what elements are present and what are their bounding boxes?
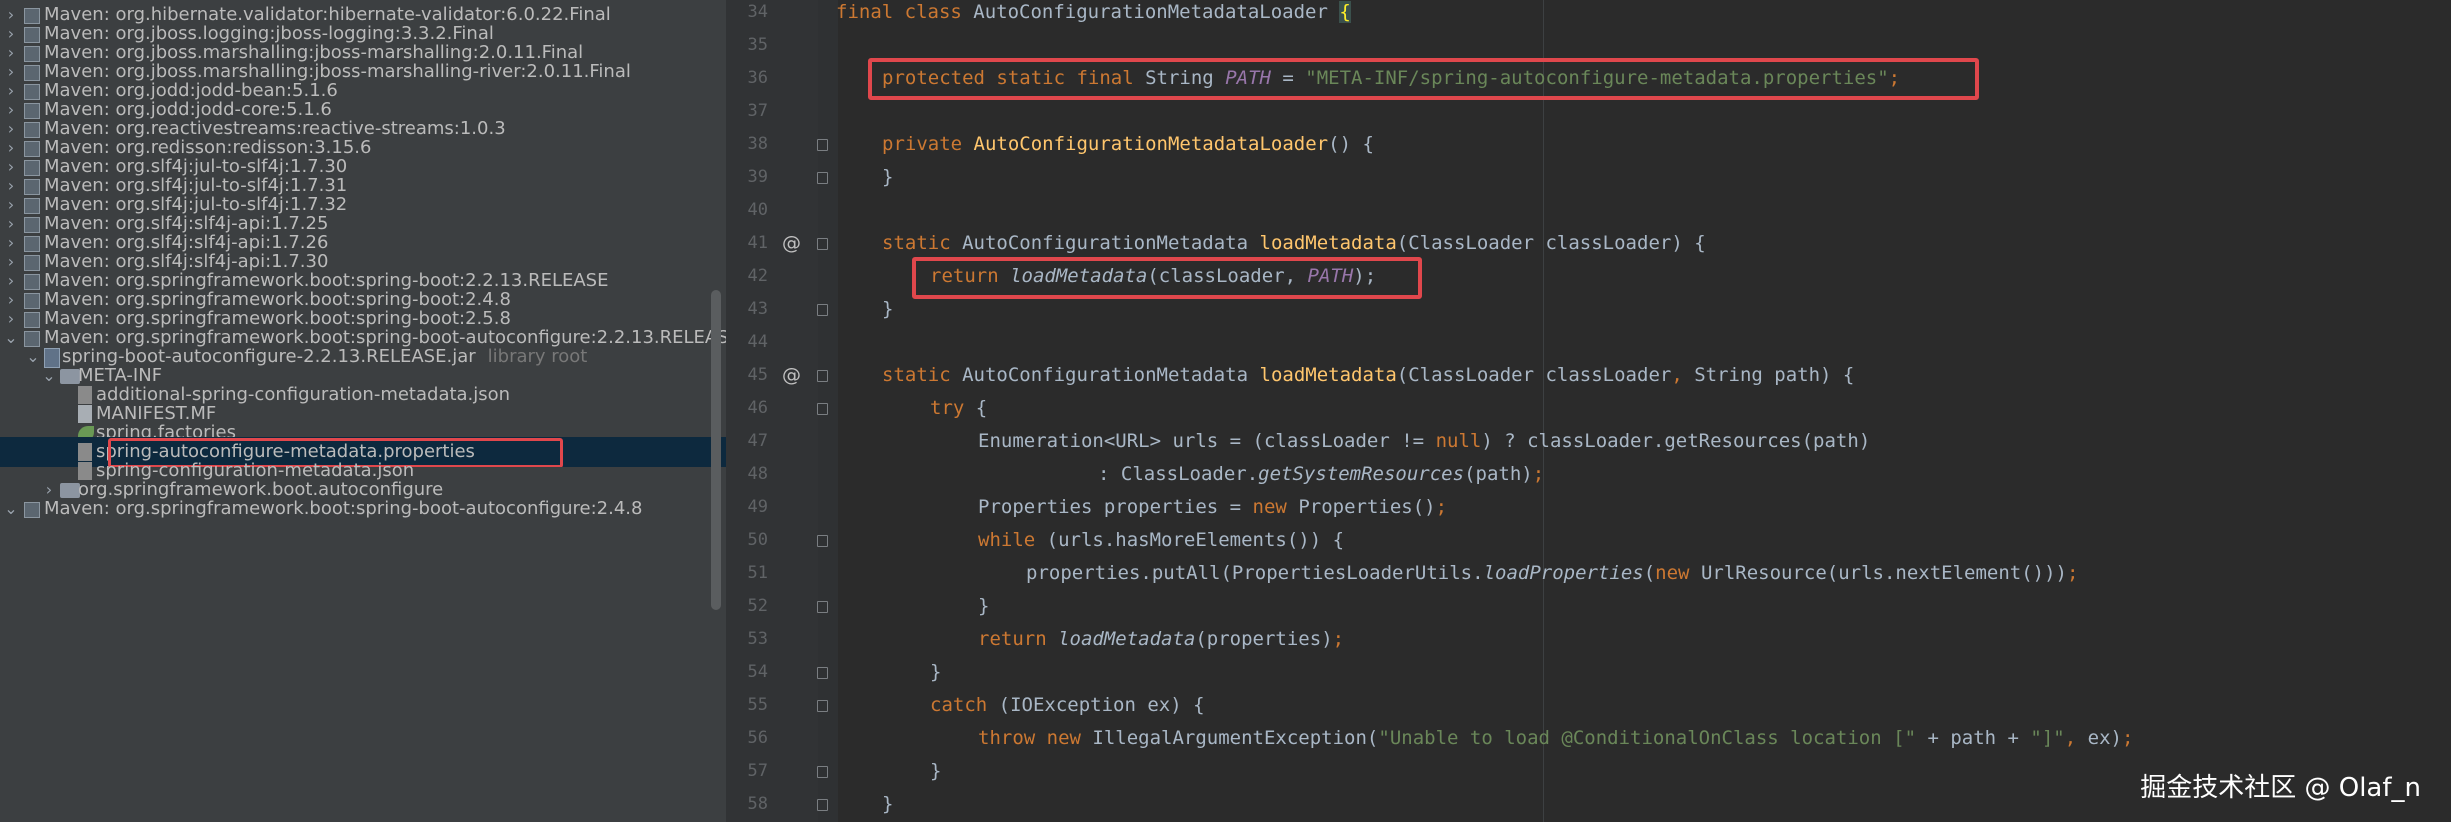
line-number: 34 [747,2,768,22]
highlight-box-path-constant [868,58,1979,100]
fold-marker-icon[interactable] [817,601,828,613]
code-text[interactable]: } [882,293,893,326]
fold-marker-icon[interactable] [817,304,828,316]
code-line[interactable]: 52 } [726,590,2451,623]
line-number: 42 [747,266,768,286]
code-text[interactable]: static AutoConfigurationMetadata loadMet… [882,227,1706,260]
code-line[interactable]: 41 @ static AutoConfigurationMetadata lo… [726,227,2451,260]
code-line[interactable]: 46 try { [726,392,2451,425]
line-number: 46 [747,398,768,418]
code-text[interactable]: catch (IOException ex) { [930,689,1205,722]
code-text[interactable]: } [882,788,893,821]
line-number: 41 [747,233,768,253]
code-text[interactable]: final class AutoConfigurationMetadataLoa… [836,0,1351,29]
tree-row-label: Maven: org.springframework.boot:spring-b… [44,498,643,519]
line-number: 37 [747,101,768,121]
override-marker-icon[interactable]: @ [782,359,801,392]
code-line[interactable]: 40 [726,194,2451,227]
line-number: 58 [747,794,768,814]
line-number: 54 [747,662,768,682]
code-text[interactable]: return loadMetadata(properties); [978,623,1344,656]
code-line[interactable]: 50 while (urls.hasMoreElements()) { [726,524,2451,557]
code-line[interactable]: 49 Properties properties = new Propertie… [726,491,2451,524]
code-line[interactable]: 53 return loadMetadata(properties); [726,623,2451,656]
override-marker-icon[interactable]: @ [782,227,801,260]
code-text[interactable]: properties.putAll(PropertiesLoaderUtils.… [1026,557,2078,590]
line-number: 53 [747,629,768,649]
watermark: 掘金技术社区 @ Olaf_n [2140,773,2421,803]
fold-marker-icon[interactable] [817,667,828,679]
fold-marker-icon[interactable] [817,139,828,151]
code-text[interactable]: } [930,656,941,689]
code-text[interactable]: while (urls.hasMoreElements()) { [978,524,1344,557]
fold-marker-icon[interactable] [817,799,828,811]
highlight-box-return-call [912,257,1422,299]
fold-marker-icon[interactable] [817,370,828,382]
project-tree-panel: › Maven: org.hibernate.validator:hiberna… [0,0,726,822]
fold-marker-icon[interactable] [817,238,828,250]
line-number: 45 [747,365,768,385]
tree-scrollbar[interactable] [711,290,721,610]
line-number: 50 [747,530,768,550]
code-line[interactable]: 45 @ static AutoConfigurationMetadata lo… [726,359,2451,392]
code-text[interactable]: Properties properties = new Properties()… [978,491,1447,524]
line-number: 49 [747,497,768,517]
code-line[interactable]: 34 final class AutoConfigurationMetadata… [726,0,2451,29]
line-number: 36 [747,68,768,88]
maven-library-icon [24,502,40,518]
line-number: 39 [747,167,768,187]
line-number: 52 [747,596,768,616]
code-line[interactable]: 38 private AutoConfigurationMetadataLoad… [726,128,2451,161]
code-line[interactable]: 51 properties.putAll(PropertiesLoaderUti… [726,557,2451,590]
line-number: 48 [747,464,768,484]
fold-marker-icon[interactable] [817,172,828,184]
code-line[interactable]: 48 : ClassLoader.getSystemResources(path… [726,458,2451,491]
line-number: 40 [747,200,768,220]
code-line[interactable]: 55 catch (IOException ex) { [726,689,2451,722]
line-number: 38 [747,134,768,154]
code-line[interactable]: 54 } [726,656,2451,689]
tree-row[interactable]: ⌄ Maven: org.springframework.boot:spring… [0,494,726,524]
fold-marker-icon[interactable] [817,535,828,547]
code-text[interactable]: throw new IllegalArgumentException("Unab… [978,722,2133,755]
code-text[interactable]: Enumeration<URL> urls = (classLoader != … [978,425,1870,458]
code-line[interactable]: 47 Enumeration<URL> urls = (classLoader … [726,425,2451,458]
line-number: 43 [747,299,768,319]
code-text[interactable]: } [882,161,893,194]
line-number: 44 [747,332,768,352]
line-number: 56 [747,728,768,748]
line-number: 35 [747,35,768,55]
code-text[interactable]: try { [930,392,987,425]
code-text[interactable]: private AutoConfigurationMetadataLoader(… [882,128,1374,161]
code-text[interactable]: } [978,590,989,623]
code-line[interactable]: 39 } [726,161,2451,194]
code-line[interactable]: 56 throw new IllegalArgumentException("U… [726,722,2451,755]
code-text[interactable]: : ClassLoader.getSystemResources(path); [1098,458,1544,491]
line-number: 51 [747,563,768,583]
code-line[interactable]: 44 [726,326,2451,359]
fold-marker-icon[interactable] [817,766,828,778]
chevron-down-icon[interactable]: ⌄ [4,494,18,524]
fold-marker-icon[interactable] [817,403,828,415]
code-text[interactable]: static AutoConfigurationMetadata loadMet… [882,359,1854,392]
matched-brace: { [1339,1,1351,23]
line-number: 57 [747,761,768,781]
code-editor[interactable]: 34 final class AutoConfigurationMetadata… [726,0,2451,822]
fold-marker-icon[interactable] [817,700,828,712]
code-text[interactable]: } [930,755,941,788]
line-number: 47 [747,431,768,451]
line-number: 55 [747,695,768,715]
